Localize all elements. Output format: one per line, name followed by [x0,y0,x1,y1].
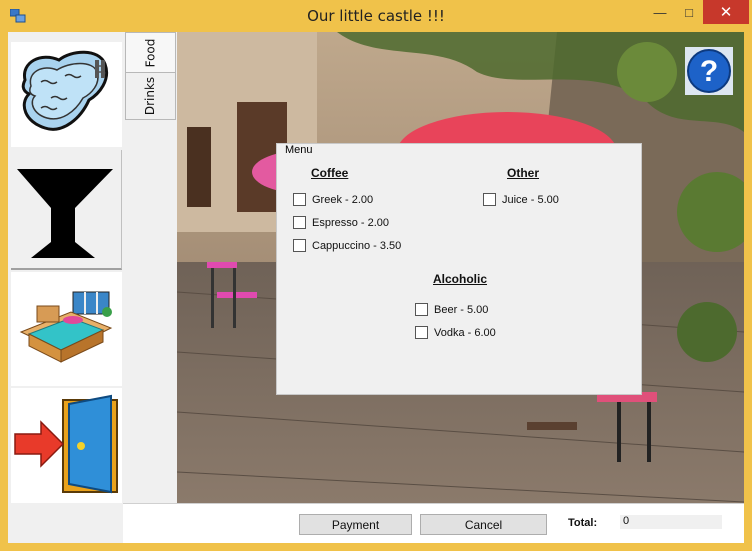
nav-room-button[interactable] [11,272,122,386]
coffee-item-espresso[interactable]: Espresso - 2.00 [293,216,389,229]
payment-button[interactable]: Payment [299,514,412,535]
app-window: Our little castle !!! — □ ✕ Food Drinks … [0,0,752,551]
item-label: Greek - 2.00 [312,193,374,206]
item-label: Beer - 5.00 [434,303,489,316]
exit-door-icon [11,388,122,503]
close-button[interactable]: ✕ [703,0,749,24]
checkbox[interactable] [483,193,496,206]
tab-drinks[interactable]: Drinks [125,72,176,120]
bedroom-icon [11,272,122,386]
checkbox[interactable] [415,303,428,316]
client-area: Food Drinks ? Menu Coffee Greek - 2.00 E… [8,32,744,543]
checkbox[interactable] [415,326,428,339]
nav-drinks-button[interactable] [11,150,122,270]
window-title: Our little castle !!! [307,7,445,25]
total-value: 0 [620,515,722,529]
other-heading: Other [507,166,540,180]
coffee-item-cappuccino[interactable]: Cappuccino - 3.50 [293,239,401,252]
cocktail-glass-icon [17,169,113,258]
pool-icon [11,42,122,147]
menu-title: Menu [285,144,313,156]
title-bar: Our little castle !!! — □ ✕ [0,0,752,32]
nav-pool-button[interactable] [11,42,122,147]
item-label: Espresso - 2.00 [312,216,390,229]
help-glyph: ? [700,55,718,88]
total-label: Total: [568,517,598,529]
help-question-icon: ? [685,47,733,95]
category-tabs: Food Drinks [125,32,176,122]
menu-panel: Menu Coffee Greek - 2.00 Espresso - 2.00… [276,143,642,395]
coffee-heading: Coffee [311,166,349,180]
maximize-button[interactable]: □ [674,0,704,24]
tab-drinks-label: Drinks [143,76,158,116]
footer-bar: Payment Cancel Total: 0 [123,503,744,543]
item-label: Cappuccino - 3.50 [312,239,402,252]
nav-exit-button[interactable] [11,388,122,503]
other-item-juice[interactable]: Juice - 5.00 [483,193,559,206]
cancel-button[interactable]: Cancel [420,514,547,535]
checkbox[interactable] [293,239,306,252]
tab-food[interactable]: Food [125,32,176,72]
tab-food-label: Food [143,38,158,67]
coffee-item-greek[interactable]: Greek - 2.00 [293,193,373,206]
left-nav [8,32,123,543]
minimize-button[interactable]: — [645,0,675,24]
item-label: Vodka - 6.00 [434,326,496,339]
alcoholic-item-beer[interactable]: Beer - 5.00 [415,303,488,316]
alcoholic-heading: Alcoholic [433,272,488,286]
help-button[interactable]: ? [685,47,733,95]
alcoholic-item-vodka[interactable]: Vodka - 6.00 [415,326,496,339]
item-label: Juice - 5.00 [502,193,559,206]
checkbox[interactable] [293,216,306,229]
checkbox[interactable] [293,193,306,206]
